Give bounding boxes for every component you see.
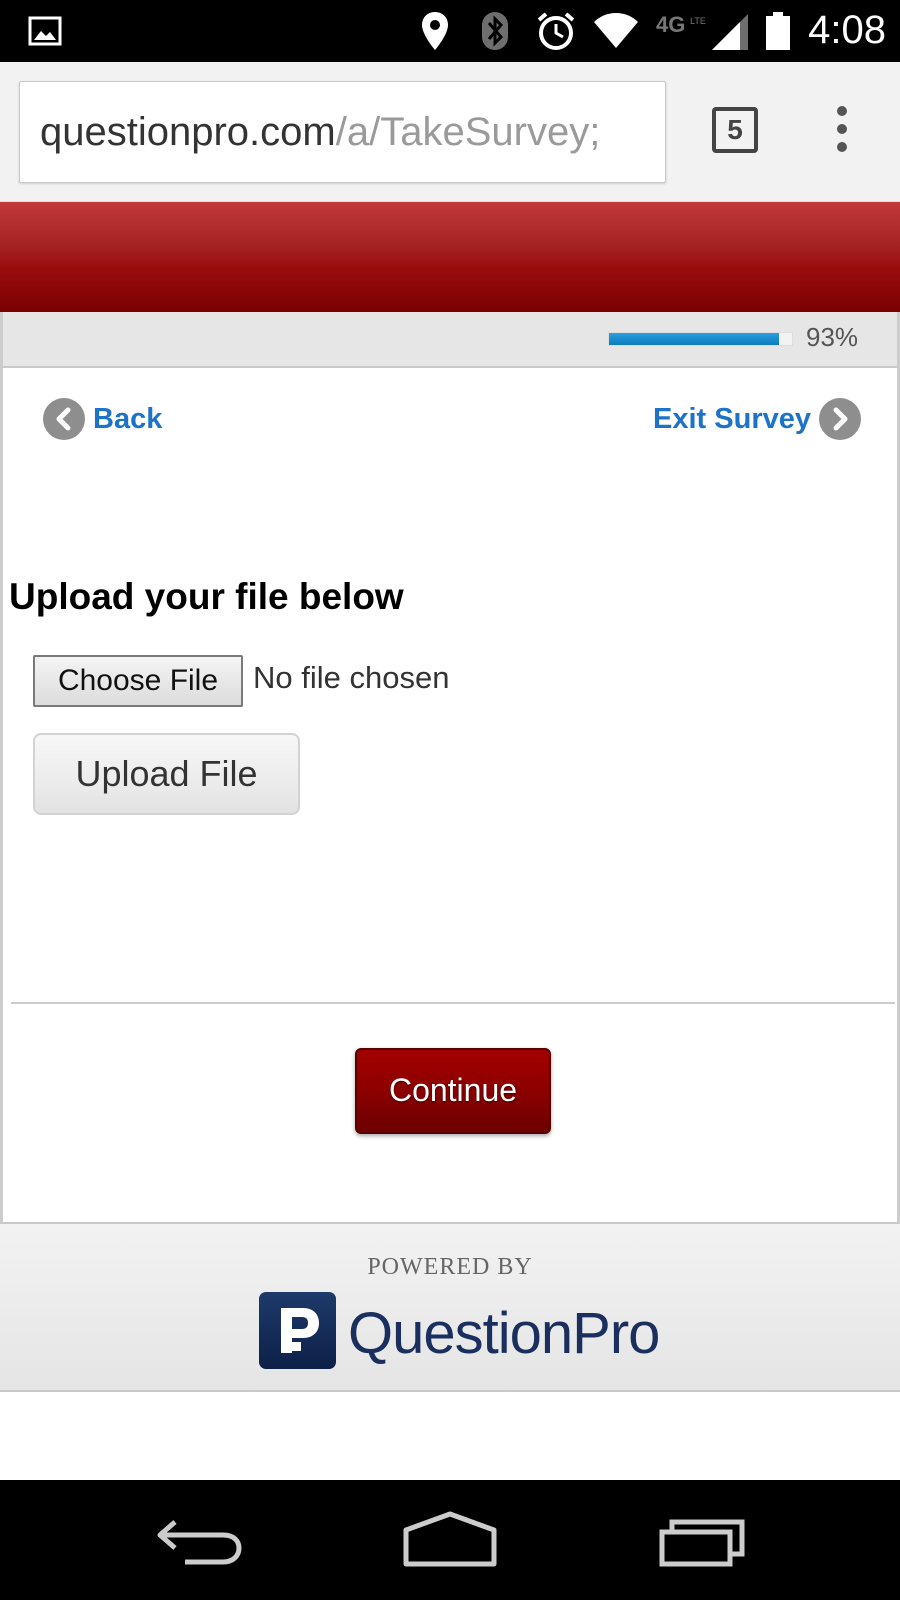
exit-survey-link[interactable]: Exit Survey [653,398,861,440]
url-domain: questionpro.com [40,110,336,154]
progress-bar-fill [609,333,780,345]
choose-file-button[interactable]: Choose File [33,655,243,707]
back-link[interactable]: Back [43,398,162,440]
svg-text:4G: 4G [656,12,685,37]
image-icon [28,16,62,46]
survey-header-banner [0,202,900,312]
back-nav-icon[interactable] [155,1510,245,1570]
bluetooth-icon [482,12,508,50]
overflow-menu-icon[interactable] [830,106,854,156]
status-time: 4:08 [808,8,886,52]
progress-percent: 93% [806,322,859,352]
system-navigation-bar [0,1480,900,1600]
chevron-left-icon [43,398,85,440]
recents-nav-icon[interactable] [658,1510,748,1570]
divider [11,1002,895,1004]
url-text: questionpro.com/a/TakeSurvey; [40,110,600,155]
location-icon [422,12,448,50]
wifi-icon [594,13,638,48]
upload-file-button[interactable]: Upload File [33,733,300,815]
footer: POWERED BY QuestionPro [0,1224,900,1392]
svg-text:LTE: LTE [690,16,706,26]
questionpro-logo-icon[interactable] [259,1292,336,1369]
status-bar: 4G LTE 4:08 [0,0,900,62]
tab-switcher-button[interactable]: 5 [712,107,758,153]
signal-icon [712,14,748,50]
home-nav-icon[interactable] [402,1510,498,1570]
continue-button[interactable]: Continue [355,1048,551,1134]
alarm-icon [537,12,575,50]
url-path: /a/TakeSurvey; [335,110,601,154]
chevron-right-icon [819,398,861,440]
progress-bar [608,332,793,346]
exit-survey-label: Exit Survey [653,402,811,435]
file-status-text: No file chosen [253,660,450,695]
battery-icon [766,12,790,50]
powered-by-text: POWERED BY [367,1254,533,1280]
questionpro-brand-name[interactable]: QuestionPro [348,1300,660,1367]
url-bar[interactable]: questionpro.com/a/TakeSurvey; [19,81,666,183]
browser-toolbar: questionpro.com/a/TakeSurvey; 5 [0,62,900,202]
progress-section: 93% [0,312,900,368]
4g-lte-icon: 4G LTE [656,12,706,37]
question-title: Upload your file below [9,576,404,617]
back-link-label: Back [93,402,163,435]
survey-content: Back Exit Survey Upload your file below … [0,368,900,1224]
